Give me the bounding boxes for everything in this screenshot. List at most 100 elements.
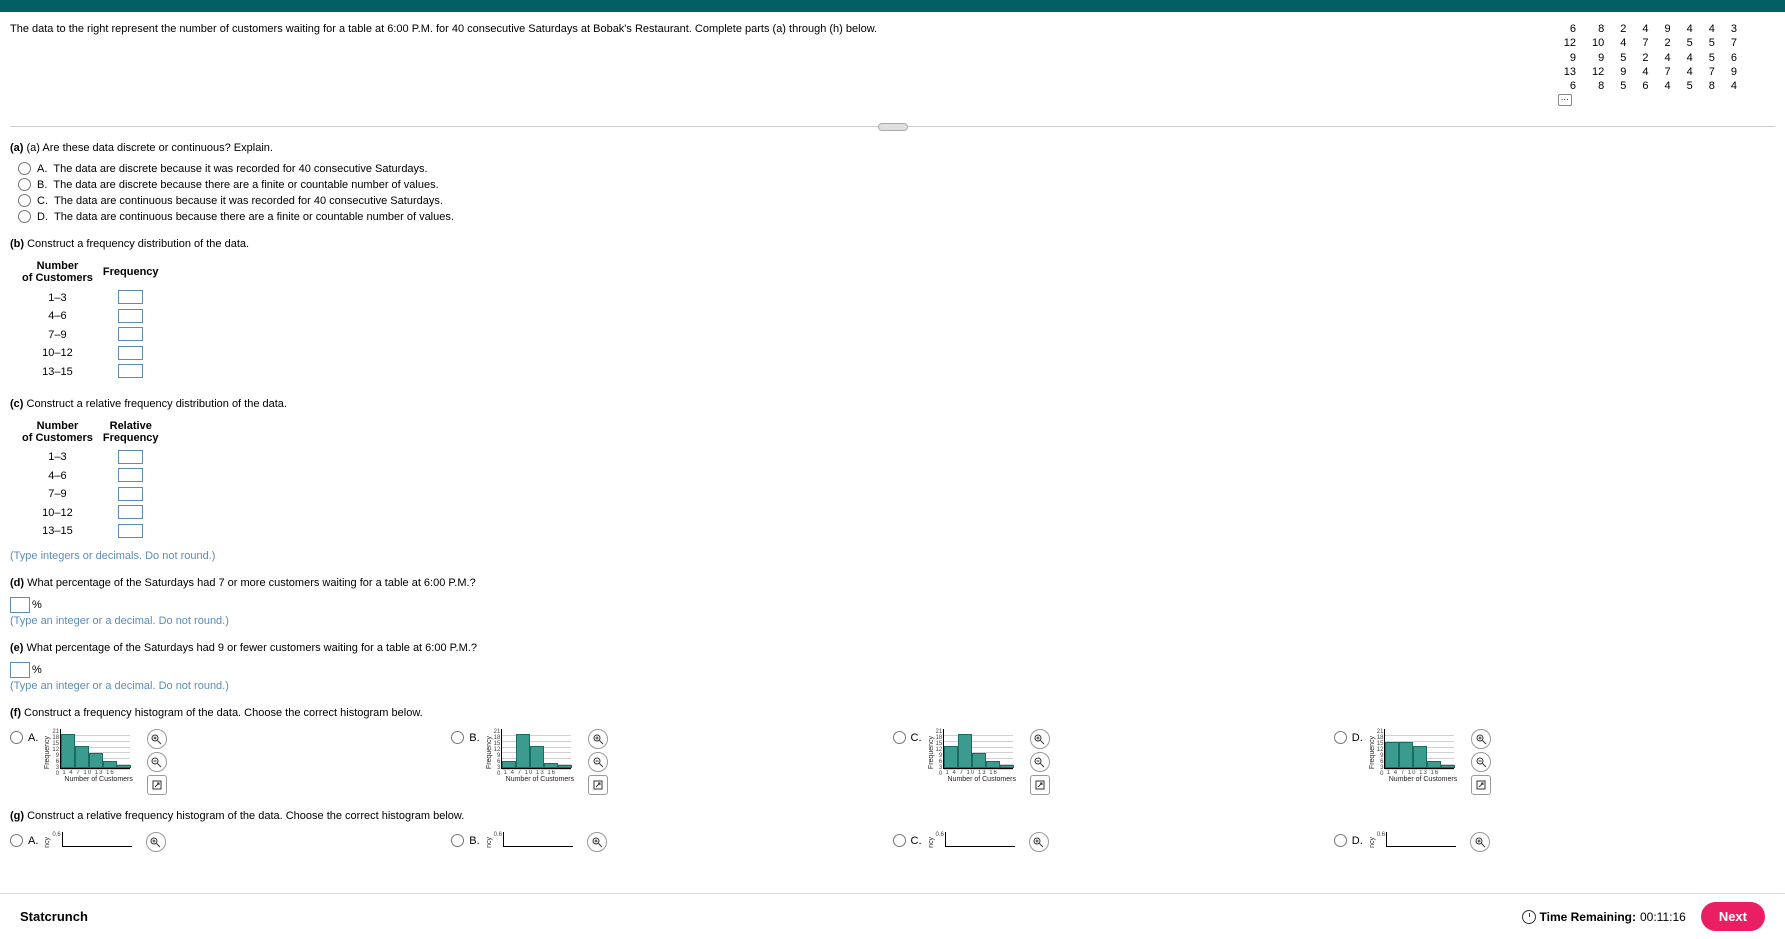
data-cell: 9 [1657, 22, 1679, 36]
hist-radio[interactable] [10, 731, 23, 744]
hist-radio[interactable] [451, 731, 464, 744]
zoom-in-icon[interactable] [1030, 729, 1050, 749]
histogram-option-A: A.ncy0.6 [10, 832, 451, 852]
data-menu-icon[interactable]: ⋯ [1558, 94, 1572, 106]
zoom-out-icon[interactable] [1471, 752, 1491, 772]
data-cell: 5 [1612, 79, 1634, 93]
qa-radio-d[interactable] [18, 210, 31, 223]
time-label: Time Remaining: [1540, 910, 1636, 924]
qd-input[interactable] [10, 597, 30, 613]
freq-input[interactable] [118, 346, 143, 360]
hist-option-label: D. [1352, 732, 1363, 744]
qa-option-d[interactable]: D. The data are continuous because there… [18, 210, 1775, 223]
qc-prompt: (c) Construct a relative frequency distr… [10, 398, 1775, 410]
data-cell: 8 [1701, 79, 1723, 93]
qc-table: Numberof CustomersRelativeFrequency1–34–… [20, 418, 169, 543]
zoom-in-icon[interactable] [146, 832, 166, 852]
qa-radio-a[interactable] [18, 162, 31, 175]
qa-option-c[interactable]: C. The data are continuous because it wa… [18, 194, 1775, 207]
data-cell: 8 [1584, 22, 1612, 36]
bar [544, 763, 558, 769]
freq-input[interactable] [118, 450, 143, 464]
freq-input[interactable] [118, 364, 143, 378]
hist-radio[interactable] [893, 834, 906, 847]
qa-radio-b[interactable] [18, 178, 31, 191]
expand-icon[interactable] [1030, 775, 1050, 795]
bar [1413, 746, 1427, 769]
hist-chart: ncy0.6 [928, 832, 1015, 847]
data-cell: 4 [1723, 79, 1745, 93]
data-cell: 5 [1701, 51, 1723, 65]
zoom-in-icon[interactable] [588, 729, 608, 749]
top-bar [0, 0, 1785, 12]
hist-radio[interactable] [893, 731, 906, 744]
hist-ylabel: Frequency [928, 736, 935, 769]
qa-opt-label-a: A. [37, 163, 47, 175]
hist-chart: Frequency2118151296301 4 7 10 13 16Numbe… [1369, 729, 1457, 783]
zoom-in-icon[interactable] [147, 729, 167, 749]
bar [1441, 765, 1455, 769]
question-a: (a) (a) Are these data discrete or conti… [10, 142, 1775, 223]
expand-icon[interactable] [147, 775, 167, 795]
hist-bars [62, 832, 132, 847]
bar [986, 761, 1000, 769]
clock-icon [1522, 910, 1536, 924]
hist-controls [588, 729, 608, 795]
qe-unit: % [32, 664, 42, 676]
freq-input[interactable] [118, 505, 143, 519]
expand-icon[interactable] [588, 775, 608, 795]
bar [958, 734, 972, 768]
hist-chart: ncy0.6 [1369, 832, 1456, 847]
bar [1399, 742, 1413, 769]
table-row-label: 13–15 [22, 524, 101, 541]
freq-input[interactable] [118, 468, 143, 482]
qd-input-row: % [10, 597, 1775, 613]
zoom-out-icon[interactable] [588, 752, 608, 772]
table-row-label: 13–15 [22, 364, 101, 381]
data-cell: 12 [1556, 36, 1584, 50]
hist-radio[interactable] [451, 834, 464, 847]
zoom-out-icon[interactable] [147, 752, 167, 772]
bar [1000, 765, 1014, 769]
histogram-option-A: A.Frequency2118151296301 4 7 10 13 16Num… [10, 729, 451, 795]
zoom-in-icon[interactable] [587, 832, 607, 852]
freq-input[interactable] [118, 309, 143, 323]
hist-radio[interactable] [10, 834, 23, 847]
qa-option-b[interactable]: B. The data are discrete because there a… [18, 178, 1775, 191]
table-row-label: 4–6 [22, 309, 101, 326]
question-e: (e) What percentage of the Saturdays had… [10, 642, 1775, 692]
qa-option-a[interactable]: A. The data are discrete because it was … [18, 162, 1775, 175]
expand-icon[interactable] [1471, 775, 1491, 795]
data-cell: 7 [1634, 36, 1656, 50]
table-row-label: 1–3 [22, 450, 101, 467]
section-divider [10, 126, 1775, 127]
qa-radio-c[interactable] [18, 194, 31, 207]
qa-opt-label-d: D. [37, 211, 48, 223]
qf-options-grid: A.Frequency2118151296301 4 7 10 13 16Num… [10, 729, 1775, 795]
zoom-in-icon[interactable] [1470, 832, 1490, 852]
table-header: Numberof Customers [22, 420, 101, 448]
hist-xlabel: Number of Customers [1389, 776, 1457, 783]
statcrunch-link[interactable]: Statcrunch [20, 909, 88, 924]
zoom-in-icon[interactable] [1471, 729, 1491, 749]
next-button[interactable]: Next [1701, 902, 1765, 931]
qe-input-row: % [10, 662, 1775, 678]
zoom-out-icon[interactable] [1030, 752, 1050, 772]
hist-radio[interactable] [1334, 731, 1347, 744]
freq-input[interactable] [118, 524, 143, 538]
bar [117, 765, 131, 769]
zoom-in-icon[interactable] [1029, 832, 1049, 852]
hist-radio[interactable] [1334, 834, 1347, 847]
freq-input[interactable] [118, 290, 143, 304]
qe-input[interactable] [10, 662, 30, 678]
hist-controls [1029, 832, 1049, 852]
data-cell: 4 [1634, 65, 1656, 79]
hist-yaxis: 211815129630 [1377, 729, 1385, 769]
question-c: (c) Construct a relative frequency distr… [10, 398, 1775, 563]
freq-input[interactable] [118, 327, 143, 341]
data-cell: 9 [1556, 51, 1584, 65]
freq-input[interactable] [118, 487, 143, 501]
divider-handle-icon[interactable] [878, 123, 908, 131]
hist-ylabel: Frequency [1369, 736, 1376, 769]
histogram-option-C: C.Frequency2118151296301 4 7 10 13 16Num… [893, 729, 1334, 795]
